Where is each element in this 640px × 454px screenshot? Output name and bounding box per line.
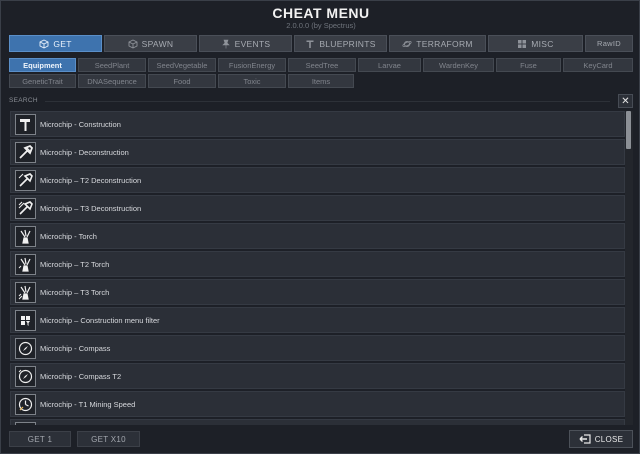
tab-label: MISC [531,38,554,49]
list-item[interactable]: Microchip - Torch [10,223,625,249]
compass-t2-icon [15,365,36,387]
partial-item-icon [15,421,36,425]
clear-search-button[interactable]: ✕ [618,94,633,108]
tab-blueprints[interactable]: BLUEPRINTS [294,35,387,52]
list-item[interactable]: Microchip – T2 Torch [10,251,625,277]
grid-icon [518,39,527,48]
search-label: SEARCH [9,97,38,104]
get-1-button[interactable]: GET 1 [9,431,71,447]
deconstruct-t3-icon [15,197,36,219]
category-seedvegetable[interactable]: SeedVegetable [148,58,216,72]
category-seedtree[interactable]: SeedTree [288,58,356,72]
item-label: Microchip – T3 Deconstruction [40,203,142,213]
list-item[interactable]: Microchip - Deconstruction [10,139,625,165]
torch-t2-icon [15,253,36,275]
list-item[interactable]: Microchip - Compass T2 [10,363,625,389]
cube-outline-icon [128,38,138,49]
tab-label: BLUEPRINTS [319,38,376,49]
list-item[interactable]: Microchip - Construction [10,111,625,137]
item-label: Microchip - Construction [40,119,121,129]
item-list: Microchip - Construction Microchip - Dec… [10,111,634,425]
category-genetictrait[interactable]: GeneticTrait [9,74,76,88]
close-button[interactable]: CLOSE [569,430,633,448]
tab-label: EVENTS [234,38,271,49]
category-larvae[interactable]: Larvae [358,58,421,72]
cheat-menu-window: CHEAT MENU 2.0.0.0 (by Spectrus) GET SPA… [0,0,640,454]
item-label: Microchip - T1 Mining Speed [40,399,136,409]
list-item[interactable]: Microchip – T2 Deconstruction [10,167,625,193]
category-items[interactable]: Items [288,74,354,88]
category-keycard[interactable]: KeyCard [563,58,633,72]
search-input[interactable] [45,101,610,102]
tab-terraform[interactable]: TERRAFORM [389,35,486,52]
item-label: Microchip - Torch [40,231,97,241]
deconstruct-icon [15,141,36,163]
list-item[interactable]: Microchip - Compass [10,335,625,361]
mining-speed-icon [15,393,36,415]
category-wardenkey[interactable]: WardenKey [423,58,494,72]
item-label: Microchip – T2 Torch [40,259,110,269]
category-fusionenergy[interactable]: FusionEnergy [218,58,286,72]
item-label: Microchip – Construction menu filter [40,315,160,325]
compass-icon [15,337,36,359]
get-x10-button[interactable]: GET X10 [77,431,140,447]
scrollbar-thumb[interactable] [626,111,631,149]
tab-spawn[interactable]: SPAWN [104,35,197,52]
filter-icon [15,309,36,331]
tab-label: SPAWN [141,38,174,49]
tab-label: RawID [596,39,621,48]
list-item[interactable]: Microchip – T3 Torch [10,279,625,305]
exit-icon [579,434,591,444]
t-icon [306,40,314,48]
list-item[interactable]: Microchip – Construction menu filter [10,307,625,333]
tab-events[interactable]: EVENTS [199,35,292,52]
hammer-icon [15,113,36,135]
item-label: Microchip - Deconstruction [40,147,129,157]
category-dnasequence[interactable]: DNASequence [78,74,146,88]
item-label: Microchip - Compass [40,343,111,353]
close-label: CLOSE [594,434,624,444]
item-label: Microchip – T2 Deconstruction [40,175,142,185]
category-toxic[interactable]: Toxic [218,74,286,88]
tab-label: TERRAFORM [416,38,473,49]
torch-icon [15,225,36,247]
cube-icon [39,38,49,49]
item-label: Microchip – T3 Torch [40,287,110,297]
tab-get[interactable]: GET [9,35,102,52]
window-title: CHEAT MENU [272,5,370,21]
list-scrollbar[interactable] [625,111,633,425]
list-item[interactable]: Microchip - T1 Mining Speed [10,391,625,417]
pin-icon [221,39,230,48]
planet-icon [402,40,412,47]
deconstruct-t2-icon [15,169,36,191]
version-text: 2.0.0.0 (by Spectrus) [286,21,356,30]
tab-rawid[interactable]: RawID [585,35,633,52]
torch-t3-icon [15,281,36,303]
category-fuse[interactable]: Fuse [496,58,561,72]
item-label: Microchip - Compass T2 [40,371,122,381]
list-item[interactable]: Microchip – T3 Deconstruction [10,195,625,221]
category-food[interactable]: Food [148,74,216,88]
category-equipment[interactable]: Equipment [9,58,76,72]
tab-misc[interactable]: MISC [488,35,583,52]
category-seedplant[interactable]: SeedPlant [78,58,146,72]
list-item[interactable] [10,419,625,425]
tab-label: GET [53,38,72,49]
